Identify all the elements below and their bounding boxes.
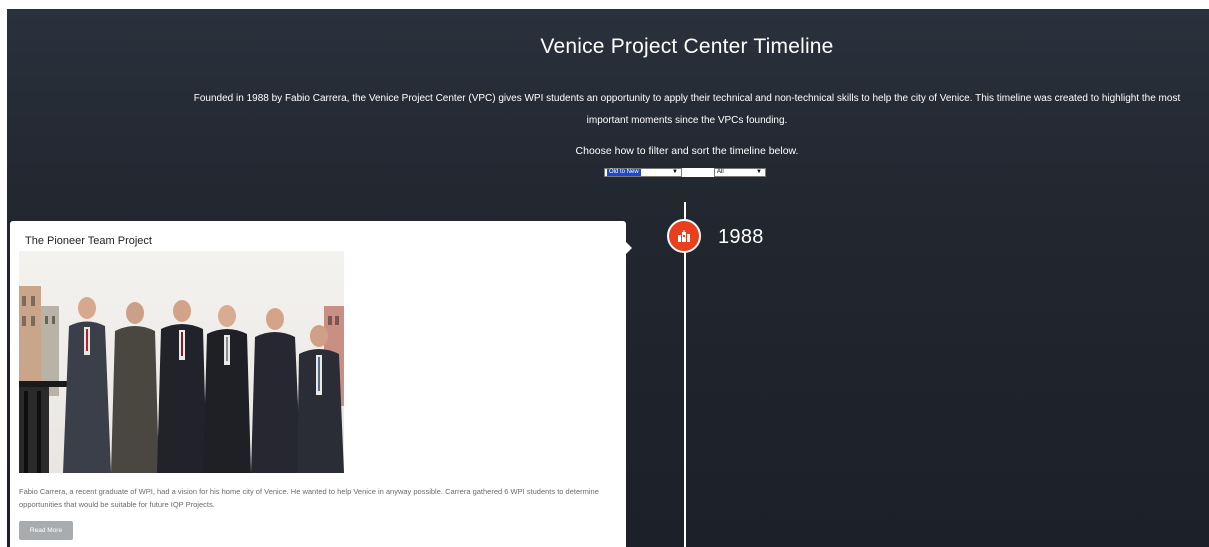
event-description: Fabio Carrera, a recent graduate of WPI,… [19, 487, 599, 509]
timeline-axis [684, 202, 686, 547]
category-select[interactable]: All ▼ [714, 168, 766, 177]
timeline-event-card: The Pioneer Team Project Fabio Carrera, … [10, 221, 632, 547]
read-more-button[interactable]: Read More [19, 521, 73, 540]
filter-instructions: Choose how to filter and sort the timeli… [575, 145, 799, 157]
city-icon [678, 230, 690, 242]
category-select-value: All [717, 169, 724, 175]
timeline-year: 1988 [718, 226, 764, 248]
event-title: The Pioneer Team Project [25, 235, 152, 247]
timeline-marker[interactable] [667, 219, 701, 253]
dropdown-arrow-icon: ▼ [756, 169, 762, 175]
sort-select-value: Old to New [607, 169, 641, 176]
intro-text: Founded in 1988 by Fabio Carrera, the Ve… [193, 93, 1181, 126]
page-title: Venice Project Center Timeline [540, 35, 834, 58]
sort-select[interactable]: Old to New ▼ [604, 168, 682, 177]
select-divider [682, 168, 714, 177]
event-photo [19, 251, 344, 473]
dropdown-arrow-icon: ▼ [672, 169, 678, 175]
timeline-page: Venice Project Center Timeline Founded i… [7, 9, 1209, 547]
